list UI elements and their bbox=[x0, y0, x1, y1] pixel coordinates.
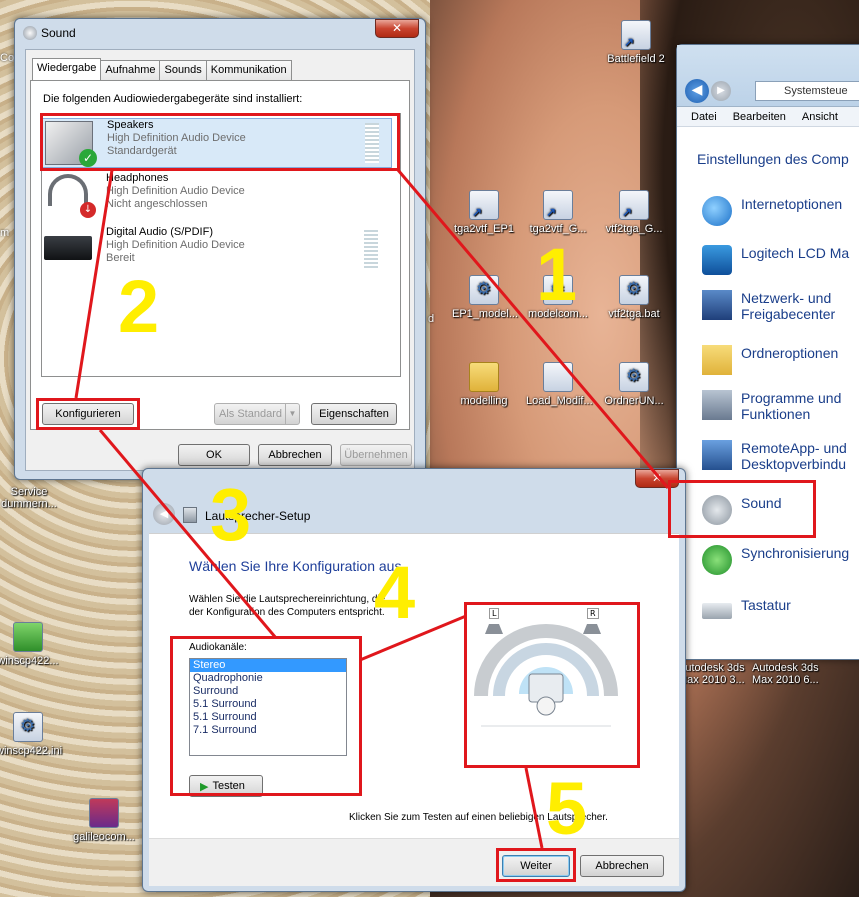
annotation-box-speakers bbox=[40, 113, 400, 171]
annotation-box-configure bbox=[36, 398, 140, 430]
tab-wiedergabe[interactable]: Wiedergabe bbox=[32, 58, 102, 80]
tab-aufnahme[interactable]: Aufnahme bbox=[100, 60, 161, 80]
step-number-5: 5 bbox=[546, 767, 588, 850]
annotation-box-diagram bbox=[464, 602, 640, 768]
step-number-4: 4 bbox=[374, 551, 416, 634]
sound-tabs: Wiedergabe Aufnahme Sounds Kommunikation bbox=[26, 50, 414, 80]
step-number-3: 3 bbox=[210, 473, 252, 556]
annotation-box-sound bbox=[668, 480, 816, 538]
step-number-1: 1 bbox=[536, 233, 578, 316]
tab-sounds[interactable]: Sounds bbox=[159, 60, 207, 80]
annotation-box-next bbox=[496, 848, 576, 882]
step-number-2: 2 bbox=[118, 265, 160, 348]
annotation-box-channels bbox=[170, 636, 362, 796]
tab-kommunikation[interactable]: Kommunikation bbox=[205, 60, 292, 80]
